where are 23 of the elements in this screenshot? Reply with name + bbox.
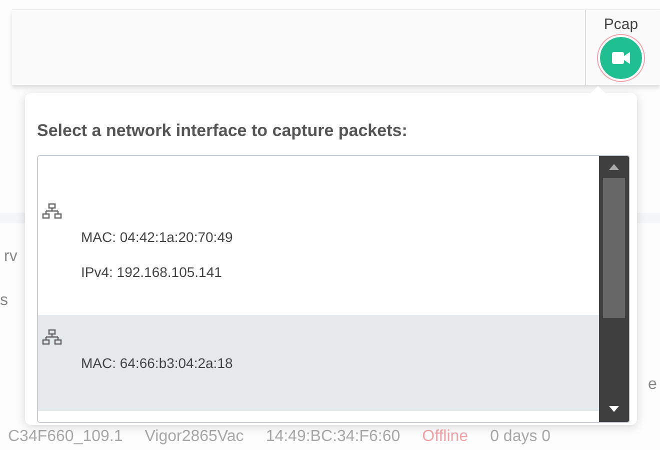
- pcap-label: Pcap: [604, 16, 638, 33]
- record-button[interactable]: [598, 35, 644, 81]
- network-icon: [42, 203, 62, 220]
- popover-title: Select a network interface to capture packets:: [37, 121, 408, 141]
- scroll-down-icon[interactable]: [609, 406, 619, 412]
- interface-option[interactable]: MAC: 04:42:1a:20:70:49 IPv4: 192.168.105.141: [38, 159, 599, 315]
- table-cell: Vigor2865Vac: [144, 428, 244, 446]
- table-cell: Offline: [422, 428, 468, 446]
- scrollbar-thumb[interactable]: [603, 178, 625, 318]
- network-icon: [42, 329, 62, 346]
- interface-detail: MAC: 04:42:1a:20:70:49: [81, 229, 234, 246]
- scroll-up-icon[interactable]: [609, 164, 619, 170]
- table-cell: 14:49:BC:34:F6:60: [266, 428, 400, 446]
- interface-option[interactable]: MAC: 64:66:b3:04:2a:18: [38, 315, 599, 411]
- interface-detail: MAC: 64:66:b3:04:2a:18: [81, 355, 234, 372]
- background-text: s: [0, 292, 8, 310]
- background-text: e: [648, 376, 657, 394]
- scrollbar[interactable]: [599, 156, 629, 422]
- table-cell: C34F660_109.1: [8, 428, 123, 446]
- video-camera-icon: [612, 52, 630, 64]
- interface-detail: IPv4: 192.168.105.141: [81, 264, 223, 281]
- table-cell: 0 days 0: [490, 428, 551, 446]
- background-text: rv: [4, 248, 18, 266]
